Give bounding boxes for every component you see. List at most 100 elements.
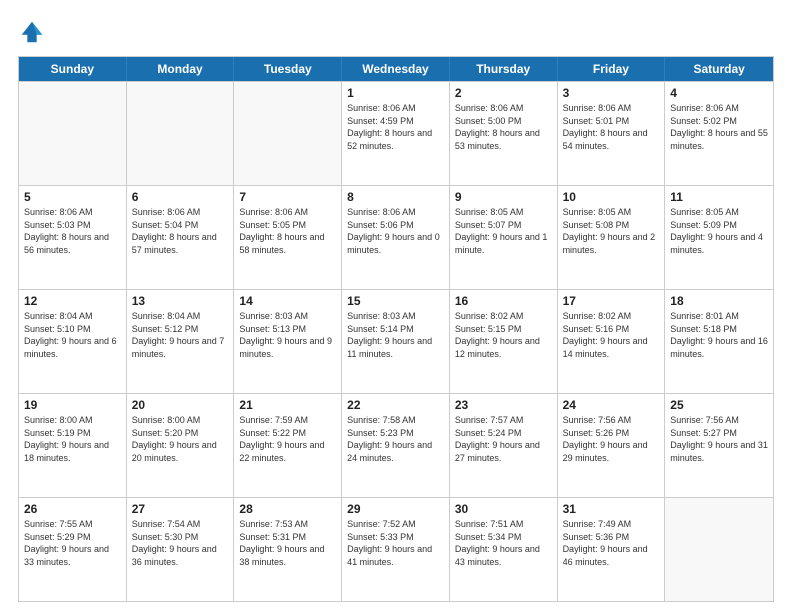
week-row-1: 1 Sunrise: 8:06 AM Sunset: 4:59 PM Daylig… <box>19 81 773 185</box>
day-number: 28 <box>239 502 336 516</box>
day-info: Sunrise: 8:06 AM Sunset: 5:03 PM Dayligh… <box>24 206 121 256</box>
day-cell-20: 20 Sunrise: 8:00 AM Sunset: 5:20 PM Dayli… <box>127 394 235 497</box>
day-number: 29 <box>347 502 444 516</box>
day-info: Sunrise: 8:06 AM Sunset: 4:59 PM Dayligh… <box>347 102 444 152</box>
day-info: Sunrise: 8:03 AM Sunset: 5:14 PM Dayligh… <box>347 310 444 360</box>
day-cell-26: 26Sunrise: 7:55 AM Sunset: 5:29 PM Dayli… <box>19 498 127 601</box>
day-cell-19: 19 Sunrise: 8:00 AM Sunset: 5:19 PM Dayli… <box>19 394 127 497</box>
day-info: Sunrise: 8:02 AM Sunset: 5:15 PM Dayligh… <box>455 310 552 360</box>
day-info: Sunrise: 8:02 AM Sunset: 5:16 PM Dayligh… <box>563 310 660 360</box>
day-cell-3: 3Sunrise: 8:06 AM Sunset: 5:01 PM Daylig… <box>558 82 666 185</box>
day-info: Sunrise: 8:06 AM Sunset: 5:04 PM Dayligh… <box>132 206 229 256</box>
calendar: SundayMondayTuesdayWednesdayThursdayFrid… <box>18 56 774 602</box>
day-info: Sunrise: 8:06 AM Sunset: 5:05 PM Dayligh… <box>239 206 336 256</box>
day-number: 8 <box>347 190 444 204</box>
day-cell-22: 22 Sunrise: 7:58 AM Sunset: 5:23 PM Dayli… <box>342 394 450 497</box>
day-number: 19 <box>24 398 121 412</box>
day-number: 15 <box>347 294 444 308</box>
day-number: 20 <box>132 398 229 412</box>
calendar-body: 1 Sunrise: 8:06 AM Sunset: 4:59 PM Daylig… <box>19 81 773 601</box>
day-number: 6 <box>132 190 229 204</box>
empty-cell <box>127 82 235 185</box>
day-cell-14: 14 Sunrise: 8:03 AM Sunset: 5:13 PM Dayli… <box>234 290 342 393</box>
weekday-header-wednesday: Wednesday <box>342 57 450 81</box>
day-cell-31: 31 Sunrise: 7:49 AM Sunset: 5:36 PM Dayli… <box>558 498 666 601</box>
day-number: 13 <box>132 294 229 308</box>
weekday-header-tuesday: Tuesday <box>234 57 342 81</box>
day-number: 11 <box>670 190 768 204</box>
day-cell-10: 10 Sunrise: 8:05 AM Sunset: 5:08 PM Dayli… <box>558 186 666 289</box>
day-info: Sunrise: 8:05 AM Sunset: 5:09 PM Dayligh… <box>670 206 768 256</box>
day-cell-7: 7 Sunrise: 8:06 AM Sunset: 5:05 PM Daylig… <box>234 186 342 289</box>
day-cell-28: 28 Sunrise: 7:53 AM Sunset: 5:31 PM Dayli… <box>234 498 342 601</box>
day-number: 9 <box>455 190 552 204</box>
day-number: 5 <box>24 190 121 204</box>
day-number: 16 <box>455 294 552 308</box>
day-info: Sunrise: 8:04 AM Sunset: 5:12 PM Dayligh… <box>132 310 229 360</box>
day-info: Sunrise: 8:06 AM Sunset: 5:02 PM Dayligh… <box>670 102 768 152</box>
day-info: Sunrise: 8:00 AM Sunset: 5:20 PM Dayligh… <box>132 414 229 464</box>
day-number: 31 <box>563 502 660 516</box>
day-number: 14 <box>239 294 336 308</box>
day-number: 21 <box>239 398 336 412</box>
empty-cell <box>19 82 127 185</box>
calendar-header-row: SundayMondayTuesdayWednesdayThursdayFrid… <box>19 57 773 81</box>
day-cell-21: 21 Sunrise: 7:59 AM Sunset: 5:22 PM Dayli… <box>234 394 342 497</box>
weekday-header-thursday: Thursday <box>450 57 558 81</box>
day-info: Sunrise: 8:06 AM Sunset: 5:06 PM Dayligh… <box>347 206 444 256</box>
day-cell-2: 2 Sunrise: 8:06 AM Sunset: 5:00 PM Daylig… <box>450 82 558 185</box>
day-info: Sunrise: 7:56 AM Sunset: 5:26 PM Dayligh… <box>563 414 660 464</box>
logo <box>18 18 50 46</box>
day-number: 1 <box>347 86 444 100</box>
day-info: Sunrise: 8:03 AM Sunset: 5:13 PM Dayligh… <box>239 310 336 360</box>
logo-icon <box>18 18 46 46</box>
page: SundayMondayTuesdayWednesdayThursdayFrid… <box>0 0 792 612</box>
weekday-header-friday: Friday <box>558 57 666 81</box>
day-info: Sunrise: 7:55 AM Sunset: 5:29 PM Dayligh… <box>24 518 121 568</box>
day-cell-9: 9 Sunrise: 8:05 AM Sunset: 5:07 PM Daylig… <box>450 186 558 289</box>
day-cell-8: 8 Sunrise: 8:06 AM Sunset: 5:06 PM Daylig… <box>342 186 450 289</box>
day-info: Sunrise: 8:00 AM Sunset: 5:19 PM Dayligh… <box>24 414 121 464</box>
header <box>18 18 774 46</box>
day-number: 17 <box>563 294 660 308</box>
weekday-header-saturday: Saturday <box>665 57 773 81</box>
day-cell-6: 6 Sunrise: 8:06 AM Sunset: 5:04 PM Daylig… <box>127 186 235 289</box>
day-cell-4: 4Sunrise: 8:06 AM Sunset: 5:02 PM Daylig… <box>665 82 773 185</box>
day-number: 12 <box>24 294 121 308</box>
day-info: Sunrise: 7:49 AM Sunset: 5:36 PM Dayligh… <box>563 518 660 568</box>
day-info: Sunrise: 7:59 AM Sunset: 5:22 PM Dayligh… <box>239 414 336 464</box>
day-number: 24 <box>563 398 660 412</box>
day-info: Sunrise: 8:06 AM Sunset: 5:00 PM Dayligh… <box>455 102 552 152</box>
day-cell-23: 23 Sunrise: 7:57 AM Sunset: 5:24 PM Dayli… <box>450 394 558 497</box>
day-cell-29: 29 Sunrise: 7:52 AM Sunset: 5:33 PM Dayli… <box>342 498 450 601</box>
day-info: Sunrise: 7:53 AM Sunset: 5:31 PM Dayligh… <box>239 518 336 568</box>
day-number: 10 <box>563 190 660 204</box>
day-info: Sunrise: 7:58 AM Sunset: 5:23 PM Dayligh… <box>347 414 444 464</box>
day-number: 3 <box>563 86 660 100</box>
day-info: Sunrise: 8:05 AM Sunset: 5:08 PM Dayligh… <box>563 206 660 256</box>
day-cell-11: 11 Sunrise: 8:05 AM Sunset: 5:09 PM Dayli… <box>665 186 773 289</box>
day-cell-13: 13 Sunrise: 8:04 AM Sunset: 5:12 PM Dayli… <box>127 290 235 393</box>
day-cell-5: 5 Sunrise: 8:06 AM Sunset: 5:03 PM Daylig… <box>19 186 127 289</box>
day-cell-24: 24 Sunrise: 7:56 AM Sunset: 5:26 PM Dayli… <box>558 394 666 497</box>
day-cell-12: 12 Sunrise: 8:04 AM Sunset: 5:10 PM Dayli… <box>19 290 127 393</box>
week-row-5: 26Sunrise: 7:55 AM Sunset: 5:29 PM Dayli… <box>19 497 773 601</box>
day-cell-15: 15 Sunrise: 8:03 AM Sunset: 5:14 PM Dayli… <box>342 290 450 393</box>
day-number: 2 <box>455 86 552 100</box>
day-number: 25 <box>670 398 768 412</box>
day-cell-1: 1 Sunrise: 8:06 AM Sunset: 4:59 PM Daylig… <box>342 82 450 185</box>
day-info: Sunrise: 8:05 AM Sunset: 5:07 PM Dayligh… <box>455 206 552 256</box>
day-info: Sunrise: 7:56 AM Sunset: 5:27 PM Dayligh… <box>670 414 768 464</box>
day-number: 27 <box>132 502 229 516</box>
day-info: Sunrise: 8:04 AM Sunset: 5:10 PM Dayligh… <box>24 310 121 360</box>
day-info: Sunrise: 7:52 AM Sunset: 5:33 PM Dayligh… <box>347 518 444 568</box>
empty-cell <box>665 498 773 601</box>
day-info: Sunrise: 7:57 AM Sunset: 5:24 PM Dayligh… <box>455 414 552 464</box>
day-cell-17: 17 Sunrise: 8:02 AM Sunset: 5:16 PM Dayli… <box>558 290 666 393</box>
day-number: 7 <box>239 190 336 204</box>
week-row-4: 19 Sunrise: 8:00 AM Sunset: 5:19 PM Dayli… <box>19 393 773 497</box>
day-number: 22 <box>347 398 444 412</box>
day-number: 23 <box>455 398 552 412</box>
empty-cell <box>234 82 342 185</box>
day-cell-16: 16 Sunrise: 8:02 AM Sunset: 5:15 PM Dayli… <box>450 290 558 393</box>
